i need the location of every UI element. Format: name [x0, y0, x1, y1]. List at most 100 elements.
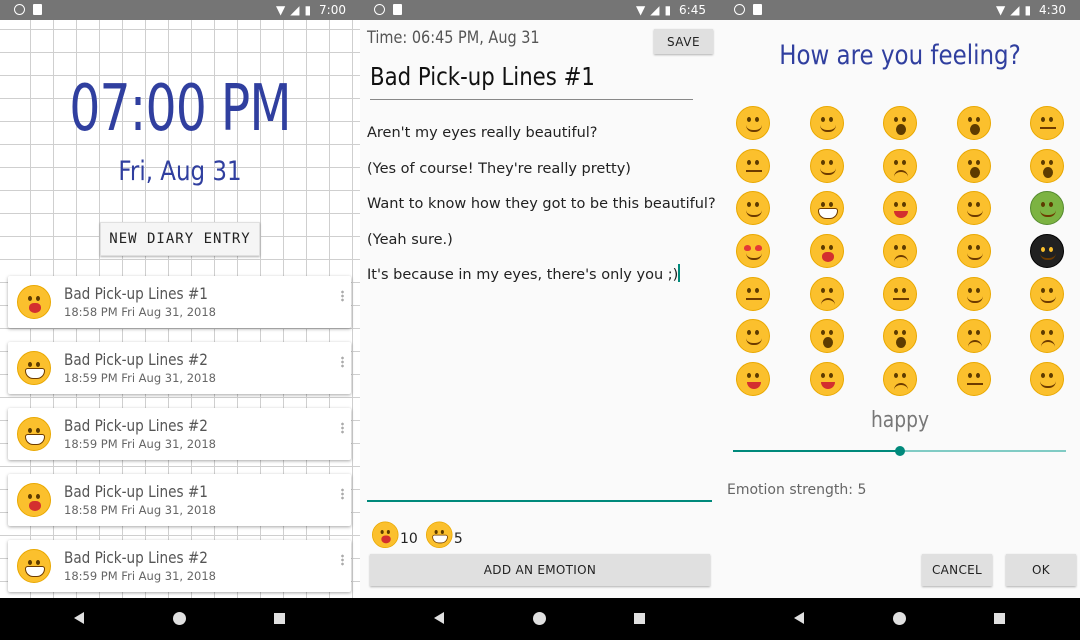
new-diary-entry-button[interactable]: NEW DIARY ENTRY [100, 222, 260, 256]
flat-emoji-icon[interactable] [736, 276, 770, 311]
happy-emoji-icon[interactable] [956, 234, 991, 269]
nav-bar [360, 598, 720, 640]
openm-emoji-icon[interactable] [883, 319, 917, 354]
grin-emoji-icon [17, 549, 51, 583]
status-time: 6:45 [679, 3, 706, 17]
sad-emoji-icon[interactable] [809, 276, 844, 311]
openm-emoji-icon[interactable] [883, 106, 917, 140]
entry-timestamp: 18:58 PM Fri Aug 31, 2018 [64, 305, 216, 319]
add-emotion-button[interactable]: ADD AN EMOTION [370, 554, 710, 586]
flat-emoji-icon[interactable] [956, 362, 991, 397]
sad-emoji-icon[interactable] [883, 234, 917, 269]
grin-emoji-icon [17, 351, 51, 385]
flat-emoji-icon[interactable] [883, 276, 917, 311]
recents-icon[interactable] [994, 613, 1005, 624]
clock-time: 07:00 PM [69, 72, 291, 146]
cancel-button[interactable]: CANCEL [922, 554, 992, 586]
home-icon[interactable] [533, 612, 546, 625]
entry-list: Bad Pick-up Lines #1 18:58 PM Fri Aug 31,… [8, 276, 351, 606]
sync-icon [14, 4, 25, 15]
slider-thumb[interactable] [894, 446, 905, 456]
overflow-menu-icon[interactable] [341, 290, 344, 302]
emoji-grid [736, 106, 1072, 397]
strength-slider[interactable] [733, 446, 1066, 456]
overflow-menu-icon[interactable] [341, 488, 344, 500]
battery-icon: ▮ [664, 3, 672, 17]
overflow-menu-icon[interactable] [341, 554, 344, 566]
diary-entry-card[interactable]: Bad Pick-up Lines #1 18:58 PM Fri Aug 31,… [8, 474, 351, 526]
grin-emoji-icon[interactable] [809, 191, 844, 226]
tongue-emoji-icon[interactable] [809, 362, 844, 397]
recents-icon[interactable] [274, 613, 285, 624]
editor-screen: ▼ ◢ ▮ 6:45 Time: 06:45 PM, Aug 31 SAVE Bad … [360, 0, 720, 640]
kiss-emoji-icon [372, 521, 399, 548]
entry-title: Bad Pick-up Lines #1 [64, 482, 208, 501]
dialog-title: How are you feeling? [779, 40, 1021, 71]
openm-emoji-icon[interactable] [809, 319, 844, 354]
title-text: Bad Pick-up Lines #1 [370, 62, 595, 91]
signal-icon: ◢ [290, 3, 300, 17]
emotion-chip[interactable]: 5 [425, 514, 467, 548]
flat-emoji-icon[interactable] [1030, 106, 1064, 140]
emotion-chip[interactable]: 10 [372, 514, 422, 548]
entry-time-label: Time: 06:45 PM, Aug 31 [367, 28, 540, 48]
diary-entry-card[interactable]: Bad Pick-up Lines #1 18:58 PM Fri Aug 31,… [8, 276, 351, 328]
body-line: (Yes of course! They're really pretty) [367, 160, 631, 177]
status-bar: ▼ ◢ ▮ 4:30 [720, 0, 1080, 20]
diary-entry-card[interactable]: Bad Pick-up Lines #2 18:59 PM Fri Aug 31,… [8, 342, 351, 394]
title-input[interactable]: Bad Pick-up Lines #1 [370, 62, 693, 100]
openm-emoji-icon[interactable] [956, 106, 991, 140]
sad-emoji-icon[interactable] [956, 319, 991, 354]
overflow-menu-icon[interactable] [341, 356, 344, 368]
openm-emoji-icon[interactable] [956, 148, 991, 183]
entry-timestamp: 18:59 PM Fri Aug 31, 2018 [64, 371, 216, 385]
body-line: (Yeah sure.) [367, 231, 453, 248]
back-icon[interactable] [74, 612, 84, 624]
save-button[interactable]: SAVE [654, 29, 713, 54]
happy-emoji-icon[interactable] [1030, 362, 1064, 397]
confused-emoji-icon[interactable] [809, 148, 844, 183]
ok-button[interactable]: OK [1006, 554, 1076, 586]
entry-timestamp: 18:59 PM Fri Aug 31, 2018 [64, 437, 216, 451]
entry-title: Bad Pick-up Lines #2 [64, 548, 208, 567]
tongue-emoji-icon[interactable] [736, 362, 770, 397]
kiss-emoji-icon[interactable] [809, 234, 844, 269]
sad-emoji-icon[interactable] [883, 362, 917, 397]
tongue-emoji-icon[interactable] [883, 191, 917, 226]
happy-emoji-icon[interactable] [956, 276, 991, 311]
happy-emoji-icon[interactable] [956, 191, 991, 226]
recents-icon[interactable] [634, 613, 645, 624]
ninja-emoji-icon[interactable] [1030, 234, 1064, 269]
sad-emoji-icon[interactable] [883, 148, 917, 183]
unamused-emoji-icon[interactable] [736, 106, 770, 140]
entry-title: Bad Pick-up Lines #1 [64, 284, 208, 303]
status-time: 4:30 [1039, 3, 1066, 17]
happy-emoji-icon[interactable] [736, 319, 770, 354]
battery-icon: ▮ [304, 3, 312, 17]
emotion-picker-screen: ▼ ◢ ▮ 4:30 How are you feeling? happy Emoti… [720, 0, 1080, 640]
flat-emoji-icon[interactable] [736, 148, 770, 183]
body-textarea[interactable]: Aren't my eyes really beautiful? (Yes of… [367, 116, 717, 294]
home-icon[interactable] [893, 612, 906, 625]
openm-emoji-icon[interactable] [1030, 148, 1064, 183]
back-icon[interactable] [794, 612, 804, 624]
diary-entry-card[interactable]: Bad Pick-up Lines #2 18:59 PM Fri Aug 31,… [8, 408, 351, 460]
overflow-menu-icon[interactable] [341, 422, 344, 434]
happy-emoji-icon[interactable] [736, 191, 770, 226]
happy-emoji-icon[interactable] [1030, 276, 1064, 311]
hearts-emoji-icon[interactable] [736, 234, 770, 269]
body-line: Want to know how they got to be this bea… [367, 196, 716, 212]
back-icon[interactable] [434, 612, 444, 624]
diary-entry-card[interactable]: Bad Pick-up Lines #2 18:59 PM Fri Aug 31,… [8, 540, 351, 592]
grimace-emoji-icon[interactable] [809, 106, 844, 140]
status-bar: ▼ ◢ ▮ 7:00 [0, 0, 360, 20]
slider-fill [733, 450, 900, 452]
sync-icon [734, 4, 745, 15]
wifi-icon: ▼ [635, 3, 646, 17]
sick-emoji-icon[interactable] [1030, 191, 1064, 226]
home-icon[interactable] [173, 612, 186, 625]
emotion-chips: 10 5 [372, 514, 467, 548]
entry-title: Bad Pick-up Lines #2 [64, 416, 208, 435]
kiss-emoji-icon [17, 483, 51, 517]
sad-emoji-icon[interactable] [1030, 319, 1064, 354]
